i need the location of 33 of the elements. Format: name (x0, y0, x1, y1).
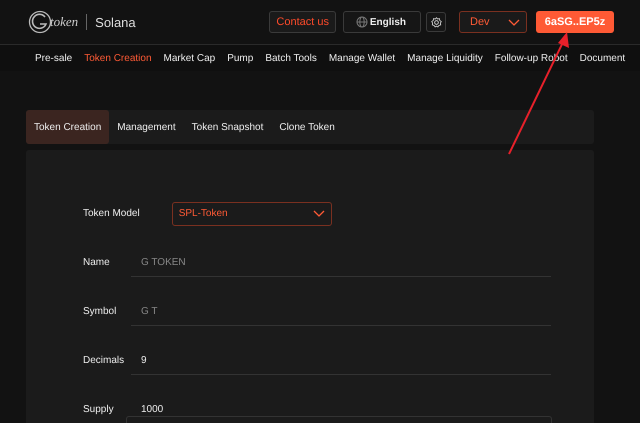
logo-icon (28, 10, 52, 34)
environment-select[interactable]: Dev (459, 11, 527, 33)
tab[interactable]: Management (109, 110, 184, 144)
settings-icon (430, 16, 442, 28)
nav-link[interactable]: Pump (227, 52, 254, 64)
nav-link[interactable]: Manage Wallet (328, 52, 396, 64)
tab[interactable]: Token Creation (26, 110, 110, 144)
nav-link[interactable]: Market Cap (164, 52, 216, 64)
input-field[interactable]: G TOKEN (131, 248, 551, 276)
globe-icon (356, 16, 368, 28)
select-field[interactable]: SPL-Token (172, 202, 332, 226)
tab[interactable]: Token Snapshot (184, 110, 272, 144)
nav-link[interactable]: Document (580, 52, 626, 64)
chevron-down-icon (312, 210, 325, 217)
settings-button[interactable] (426, 12, 446, 32)
field-label: Name (83, 257, 111, 268)
tab[interactable]: Clone Token (271, 110, 343, 144)
logo-text: token (50, 14, 88, 30)
language-button[interactable]: English (343, 11, 421, 33)
input-field[interactable]: G T (131, 298, 551, 326)
nav-link[interactable]: Token Creation (84, 52, 152, 64)
chevron-down-icon (508, 18, 520, 26)
field-label: Decimals (83, 355, 126, 366)
input-field[interactable]: 9 (131, 346, 551, 374)
field-label: Supply (83, 404, 115, 415)
contact-button[interactable]: Contact us (269, 11, 336, 33)
nav-link[interactable]: Pre-sale (35, 52, 72, 64)
input-field[interactable]: 1000 (131, 396, 551, 423)
field-label: Token Model (83, 208, 140, 219)
field-label: Symbol (83, 306, 118, 317)
nav-link[interactable]: Batch Tools (265, 52, 317, 64)
network-label: Solana (95, 14, 136, 30)
nav-link[interactable]: Manage Liquidity (407, 52, 483, 64)
